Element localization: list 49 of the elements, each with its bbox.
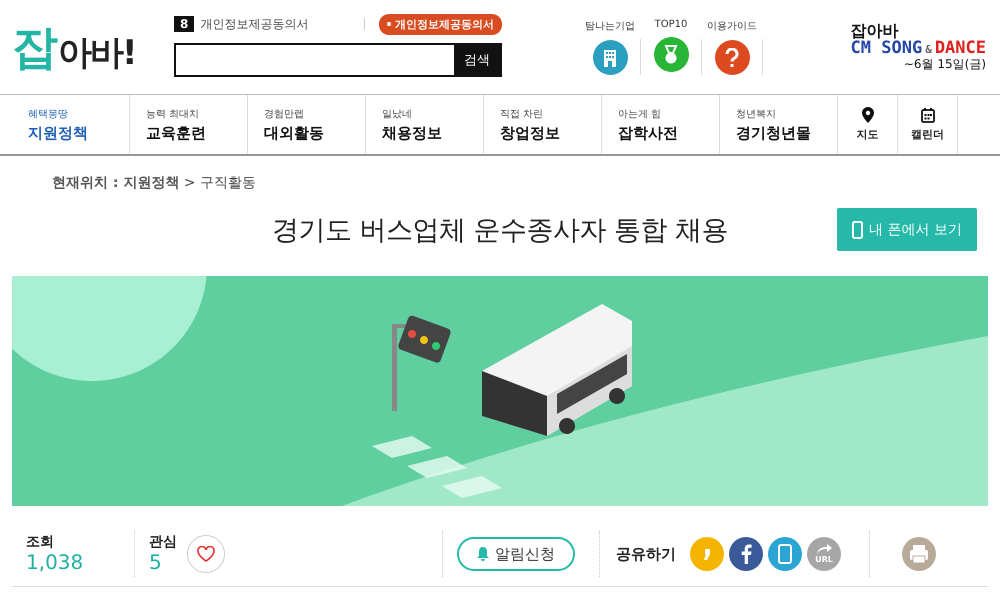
promo-ampersand: &	[925, 44, 932, 56]
phone-share-icon[interactable]	[768, 537, 802, 571]
notice-link[interactable]: 개인정보제공동의서	[200, 16, 308, 32]
quick-link-label[interactable]: 이용가이드	[707, 19, 757, 33]
promo-date: ~6월 15일(금)	[904, 58, 986, 71]
like-button[interactable]	[187, 535, 225, 573]
calendar-icon	[920, 108, 934, 122]
search-button[interactable]: 검색	[454, 44, 500, 74]
quick-link-button[interactable]	[654, 37, 688, 72]
facebook-share-icon[interactable]	[729, 537, 763, 571]
nav-tab[interactable]: 일났네 채용정보	[366, 95, 484, 154]
nav-tab[interactable]: 경험만렙 대외활동	[248, 95, 366, 154]
nav-tab[interactable]: 혜택몽땅 지원정책	[12, 95, 130, 154]
nav-tab[interactable]: 직접 차린 창업정보	[484, 95, 602, 154]
promo-title: 잡아바	[850, 23, 899, 40]
nav-tab[interactable]: 아는게 힘 잡학사전	[602, 95, 720, 154]
promo-song-text: CM SONG	[850, 40, 922, 58]
logo[interactable]: 잡아바!	[12, 24, 162, 70]
quick-link-button[interactable]	[714, 40, 750, 75]
share-arrow-icon	[816, 544, 832, 554]
quick-link-label[interactable]: TOP10	[654, 19, 688, 30]
question-icon	[725, 48, 739, 68]
promo-banner[interactable]: 잡아바 CM SONG & DANCE ~6월 15일(금)	[850, 23, 986, 71]
breadcrumb: 현재위치 : 지원정책 > 구직활동	[51, 174, 257, 193]
print-icon[interactable]	[902, 537, 936, 571]
map-button[interactable]: 지도	[838, 95, 898, 154]
views-label: 조회	[26, 534, 55, 550]
search-field[interactable]: 검색	[174, 42, 502, 76]
phone-icon	[852, 220, 864, 238]
calendar-button[interactable]: 캘린더	[898, 95, 958, 154]
likes-count: 5	[149, 550, 163, 574]
heart-icon	[197, 546, 215, 562]
notice-count: 8	[174, 16, 194, 32]
consent-badge[interactable]: 개인정보제공동의서	[379, 14, 502, 34]
bell-icon	[477, 547, 489, 561]
kakao-share-icon[interactable]	[690, 537, 724, 571]
nav-tab[interactable]: 능력 최대치 교육훈련	[130, 95, 248, 154]
promo-dance-text: DANCE	[934, 40, 986, 58]
quick-link-button[interactable]	[592, 40, 628, 75]
share-label: 공유하기	[616, 544, 676, 564]
page-title: 경기도 버스업체 운수종사자 통합 채용	[272, 214, 728, 248]
map-pin-icon	[862, 107, 874, 123]
notification-button[interactable]: 알림신청	[457, 537, 575, 571]
views-count: 1,038	[26, 550, 84, 574]
likes-label: 관심	[149, 534, 178, 550]
building-icon	[601, 48, 619, 66]
nav-tab[interactable]: 청년복지 경기청년몰	[720, 95, 838, 154]
quick-link-label[interactable]: 탐나는기업	[585, 19, 635, 33]
medal-icon	[662, 44, 680, 64]
